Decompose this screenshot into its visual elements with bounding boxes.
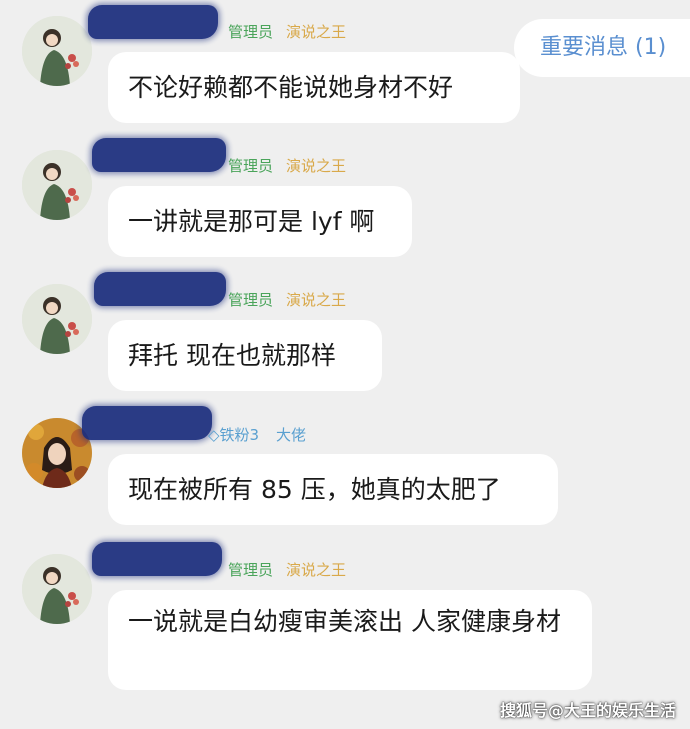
- message-text: 现在被所有 85 压，她真的太肥了: [128, 475, 501, 504]
- redacted-username: [88, 5, 218, 39]
- message-bubble[interactable]: 现在被所有 85 压，她真的太肥了: [108, 454, 558, 525]
- fan-badge: ◇铁粉3: [208, 426, 260, 444]
- title-badge: 演说之王: [286, 291, 347, 309]
- message-bubble[interactable]: 拜托 现在也就那样: [108, 320, 382, 391]
- redacted-username: [92, 542, 222, 576]
- title-badge: 演说之王: [286, 23, 347, 41]
- important-messages-button[interactable]: 重要消息 (1): [514, 19, 690, 77]
- message-text: 拜托 现在也就那样: [128, 341, 336, 370]
- message-text: 一说就是白幼瘦审美滚出 人家健康身材: [128, 607, 561, 636]
- avatar[interactable]: [22, 16, 92, 86]
- avatar[interactable]: [22, 554, 92, 624]
- title-badge: 演说之王: [286, 561, 347, 579]
- title-badge: 演说之王: [286, 157, 347, 175]
- watermark: 搜狐号@大王的娱乐生活: [499, 701, 676, 720]
- redacted-username: [92, 138, 226, 172]
- avatar[interactable]: [22, 284, 92, 354]
- message-bubble[interactable]: 不论好赖都不能说她身材不好: [108, 52, 520, 123]
- title-badge: 大佬: [276, 426, 307, 444]
- message-text: 一讲就是那可是 lyf 啊: [128, 207, 375, 236]
- role-badge: 管理员: [228, 157, 274, 175]
- message-text: 不论好赖都不能说她身材不好: [128, 73, 454, 102]
- message-bubble[interactable]: 一说就是白幼瘦审美滚出 人家健康身材: [108, 590, 592, 690]
- role-badge: 管理员: [228, 23, 274, 41]
- message-bubble[interactable]: 一讲就是那可是 lyf 啊: [108, 186, 412, 257]
- redacted-username: [94, 272, 226, 306]
- diamond-icon: ◇: [208, 426, 220, 444]
- redacted-username: [82, 406, 212, 440]
- avatar[interactable]: [22, 150, 92, 220]
- role-badge: 管理员: [228, 291, 274, 309]
- role-badge: 管理员: [228, 561, 274, 579]
